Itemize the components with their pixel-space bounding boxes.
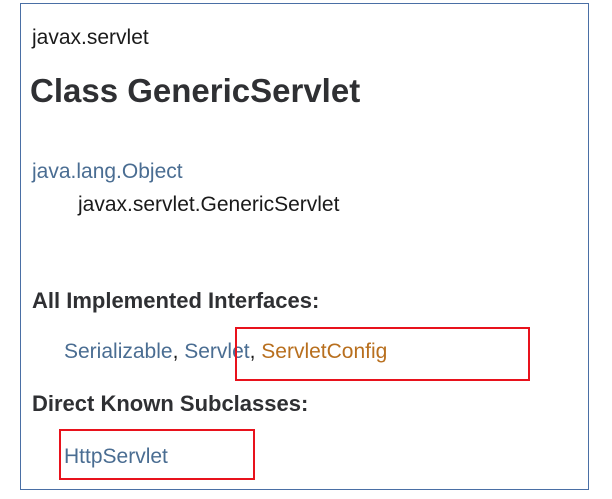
page-title: Class GenericServlet bbox=[30, 72, 361, 109]
parent-class-link[interactable]: java.lang.Object bbox=[32, 160, 183, 184]
current-class-label: javax.servlet.GenericServlet bbox=[78, 193, 340, 216]
package-label: javax.servlet bbox=[32, 26, 149, 49]
implemented-interfaces-heading: All Implemented Interfaces: bbox=[32, 288, 320, 313]
highlight-box-subclasses bbox=[59, 429, 255, 480]
known-subclasses-heading: Direct Known Subclasses: bbox=[32, 391, 309, 416]
interface-link-serializable[interactable]: Serializable bbox=[64, 340, 173, 363]
list-separator: , bbox=[172, 340, 185, 363]
highlight-box-interfaces bbox=[235, 327, 530, 381]
